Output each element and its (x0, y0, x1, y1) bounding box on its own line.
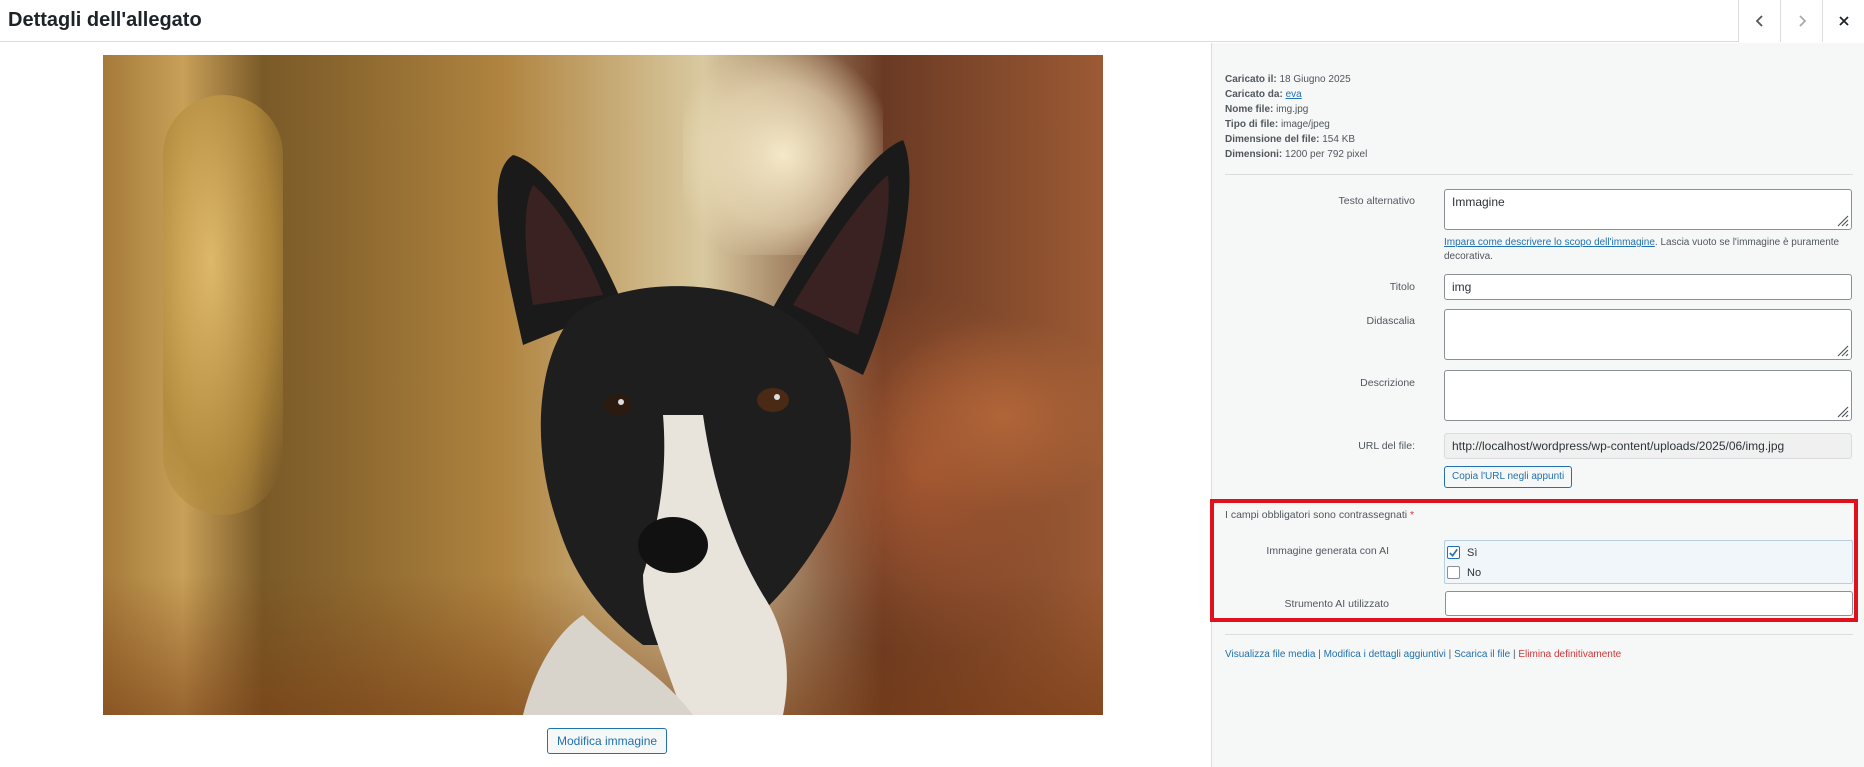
attachment-image (103, 55, 1103, 715)
delete-permanently-link[interactable]: Elimina definitivamente (1518, 649, 1621, 660)
file-size-label: Dimensione del file: (1225, 134, 1320, 145)
resize-handle-icon[interactable] (1835, 343, 1849, 357)
dimensions-label: Dimensioni: (1225, 149, 1283, 160)
download-file-link[interactable]: Scarica il file (1454, 649, 1510, 660)
close-icon (1838, 16, 1849, 26)
media-preview-area: Modifica immagine (0, 43, 1211, 767)
highlight-box (1210, 499, 1858, 622)
alt-text-field[interactable]: Immagine (1444, 189, 1852, 230)
alt-text-help: Impara come descrivere lo scopo dell'imm… (1444, 236, 1854, 264)
file-type-value: image/jpeg (1280, 119, 1330, 130)
caption-field[interactable] (1444, 309, 1852, 360)
uploaded-by-label: Caricato da: (1225, 89, 1283, 100)
chevron-right-icon (1798, 15, 1806, 27)
edit-details-link[interactable]: Modifica i dettagli aggiuntivi (1324, 649, 1446, 660)
modal-title: Dettagli dell'allegato (8, 9, 202, 31)
previous-button[interactable] (1738, 0, 1780, 42)
file-name-value: img.jpg (1276, 104, 1309, 115)
file-url-value: http://localhost/wordpress/wp-content/up… (1452, 439, 1785, 453)
view-media-file-link[interactable]: Visualizza file media (1225, 649, 1315, 660)
alt-text-value: Immagine (1452, 195, 1505, 209)
title-value: img (1452, 280, 1472, 294)
file-url-label: URL del file: (1358, 440, 1415, 452)
next-button[interactable] (1780, 0, 1822, 42)
attachment-actions: Visualizza file media | Modifica i detta… (1225, 649, 1621, 660)
description-field[interactable] (1444, 370, 1852, 421)
alt-text-label: Testo alternativo (1338, 195, 1415, 207)
file-url-field[interactable]: http://localhost/wordpress/wp-content/up… (1444, 433, 1852, 459)
caption-label: Didascalia (1366, 315, 1415, 327)
chevron-left-icon (1755, 15, 1763, 27)
title-field[interactable]: img (1444, 274, 1852, 300)
edit-image-button[interactable]: Modifica immagine (547, 728, 668, 754)
divider (1225, 174, 1853, 175)
file-name-label: Nome file: (1225, 104, 1274, 115)
file-size-value: 154 KB (1322, 134, 1356, 145)
separator: | (1512, 649, 1516, 660)
uploaded-on-label: Caricato il: (1225, 74, 1277, 85)
divider (1225, 634, 1853, 635)
modal-header: Dettagli dell'allegato (0, 0, 1864, 42)
uploaded-on-value: 18 Giugno 2025 (1279, 74, 1351, 85)
title-label: Titolo (1389, 281, 1415, 293)
dimensions-value: 1200 per 792 pixel (1285, 149, 1368, 160)
description-label: Descrizione (1360, 377, 1415, 389)
resize-handle-icon[interactable] (1835, 404, 1849, 418)
copy-url-button[interactable]: Copia l'URL negli appunti (1444, 466, 1573, 488)
file-meta: Caricato il: 18 Giugno 2025 Caricato da:… (1225, 72, 1367, 162)
separator: | (1318, 649, 1321, 660)
close-button[interactable] (1822, 0, 1864, 42)
separator: | (1448, 649, 1452, 660)
resize-handle-icon[interactable] (1835, 213, 1849, 227)
uploaded-by-link[interactable]: eva (1286, 89, 1302, 100)
alt-text-help-link[interactable]: Impara come descrivere lo scopo dell'imm… (1444, 237, 1655, 248)
attachment-details-sidebar: Caricato il: 18 Giugno 2025 Caricato da:… (1211, 43, 1864, 767)
file-type-label: Tipo di file: (1225, 119, 1279, 130)
